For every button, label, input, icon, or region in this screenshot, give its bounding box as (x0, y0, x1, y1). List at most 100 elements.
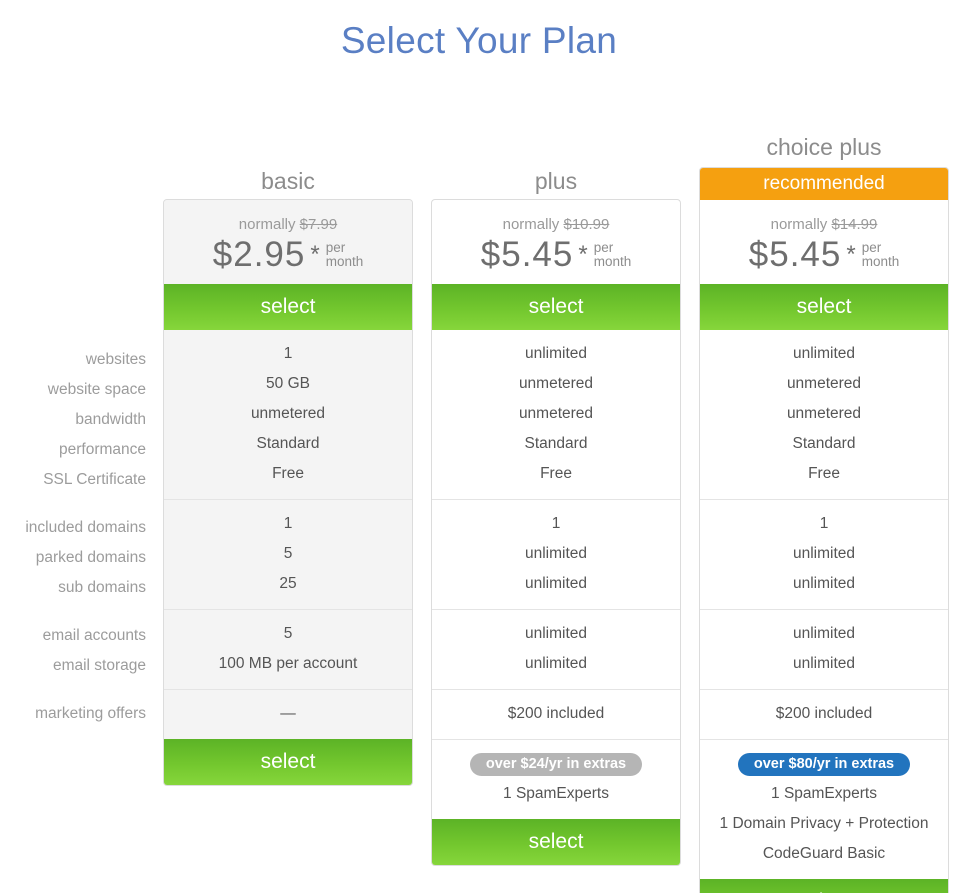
feature-value: — (280, 705, 296, 722)
extras-badge: over $24/yr in extras (469, 753, 643, 776)
feature-value: unlimited (524, 655, 588, 672)
feature-label: SSL Certificate (43, 471, 146, 488)
feature-label: email accounts (42, 627, 146, 644)
feature-label: bandwidth (75, 411, 146, 428)
feature-value: unlimited (792, 625, 856, 642)
extras-pill-row: over $24/yr in extras (446, 749, 666, 779)
price-amount: $2.95 (212, 235, 306, 274)
feature-value: unmetered (786, 405, 862, 422)
feature-value: 1 (819, 515, 829, 532)
feature-group: 1 50 GB unmetered Standard Free (164, 330, 412, 500)
price-period-per: per (325, 240, 346, 255)
select-button-bottom-choice-plus[interactable]: select (700, 879, 948, 893)
feature-group: unlimited unlimited (700, 610, 948, 690)
feature-group: unlimited unlimited (432, 610, 680, 690)
feature-group: 1 unlimited unlimited (432, 500, 680, 610)
price-period: per month (862, 241, 900, 272)
feature-group: unlimited unmetered unmetered Standard Free (700, 330, 948, 500)
price-period-month: month (593, 254, 632, 269)
price-asterisk: * (578, 241, 588, 268)
price-line: $5.45 * per month (700, 237, 948, 272)
price-amount: $5.45 (480, 235, 574, 274)
page-title: Select Your Plan (340, 20, 618, 61)
normally-price-row: normally $7.99 (164, 214, 412, 236)
feature-value: unlimited (792, 655, 856, 672)
features-list: unlimited unmetered unmetered Standard Free 1… (700, 330, 948, 879)
feature-value: 100 MB per account (218, 655, 358, 672)
normally-price-row: normally $10.99 (432, 214, 680, 236)
extras-badge: over $80/yr in extras (737, 753, 911, 776)
feature-group: $200 included (432, 690, 680, 740)
extra-item: CodeGuard Basic (762, 845, 886, 862)
normally-price-struck: $10.99 (563, 216, 610, 233)
normally-prefix: normally (238, 216, 296, 233)
feature-label-group: included domains parked domains sub domain… (0, 513, 146, 603)
feature-group: unlimited unmetered unmetered Standard Free (432, 330, 680, 500)
feature-value: Standard (256, 435, 320, 452)
feature-value: unlimited (792, 575, 856, 592)
feature-value: unmetered (518, 405, 594, 422)
select-button-bottom-basic[interactable]: select (164, 739, 412, 785)
price-box: normally $14.99 $5.45 * per month (700, 200, 948, 284)
feature-group: 1 unlimited unlimited (700, 500, 948, 610)
features-list: unlimited unmetered unmetered Standard Free 1… (432, 330, 680, 819)
extras-group: over $80/yr in extras 1 SpamExperts 1 Doma… (700, 740, 948, 879)
price-period-per: per (593, 240, 614, 255)
feature-value: 5 (283, 545, 293, 562)
extra-item: 1 Domain Privacy + Protection (719, 815, 929, 832)
feature-label: parked domains (35, 549, 146, 566)
feature-value: 5 (283, 625, 293, 642)
select-button-top-choice-plus[interactable]: select (700, 284, 948, 330)
feature-value: Free (272, 465, 304, 482)
feature-value: Standard (524, 435, 588, 452)
price-line: $2.95 * per month (164, 237, 412, 272)
feature-label: included domains (25, 519, 146, 536)
plan-card-plus: normally $10.99 $5.45 * per month select unlim… (431, 199, 681, 866)
feature-group: — (164, 690, 412, 739)
recommended-banner: recommended (700, 168, 948, 200)
extras-pill-row: over $80/yr in extras (714, 749, 934, 779)
extra-item: 1 SpamExperts (503, 785, 609, 802)
price-asterisk: * (310, 241, 320, 268)
feature-value: unlimited (524, 345, 588, 362)
feature-value: 25 (279, 575, 297, 592)
price-box: normally $7.99 $2.95 * per month (164, 200, 412, 284)
normally-price-row: normally $14.99 (700, 214, 948, 236)
feature-label: website space (47, 381, 146, 398)
feature-group: $200 included (700, 690, 948, 740)
normally-prefix: normally (770, 216, 828, 233)
feature-value: unlimited (792, 345, 856, 362)
feature-value: 50 GB (266, 375, 310, 392)
select-button-bottom-plus[interactable]: select (432, 819, 680, 865)
feature-value: unmetered (518, 375, 594, 392)
plan-name-plus: plus (534, 168, 578, 194)
price-amount: $5.45 (748, 235, 842, 274)
plan-card-basic: normally $7.99 $2.95 * per month select 1 50 GB… (163, 199, 413, 786)
extra-item: 1 SpamExperts (771, 785, 877, 802)
price-period-month: month (325, 254, 364, 269)
feature-labels-column: websites website space bandwidth performanc… (0, 345, 146, 729)
feature-label-group: email accounts email storage (0, 621, 146, 681)
price-period-per: per (861, 240, 882, 255)
select-button-top-plus[interactable]: select (432, 284, 680, 330)
feature-label-group: websites website space bandwidth performanc… (0, 345, 146, 495)
feature-value: 1 (283, 345, 293, 362)
feature-label: email storage (52, 657, 146, 674)
feature-value: unlimited (524, 575, 588, 592)
feature-value: unlimited (792, 545, 856, 562)
price-line: $5.45 * per month (432, 237, 680, 272)
features-list: 1 50 GB unmetered Standard Free 1 5 25 5 100 MB p… (164, 330, 412, 739)
normally-price-struck: $7.99 (299, 216, 338, 233)
feature-label: performance (58, 441, 146, 458)
price-box: normally $10.99 $5.45 * per month (432, 200, 680, 284)
feature-label-group: marketing offers (0, 699, 146, 729)
feature-value: Free (808, 465, 840, 482)
normally-price-struck: $14.99 (831, 216, 878, 233)
extras-group: over $24/yr in extras 1 SpamExperts (432, 740, 680, 819)
feature-value: Standard (792, 435, 856, 452)
select-button-top-basic[interactable]: select (164, 284, 412, 330)
plan-card-choice-plus: recommended normally $14.99 $5.45 * per month… (699, 167, 949, 893)
feature-label: websites (85, 351, 146, 368)
price-asterisk: * (846, 241, 856, 268)
feature-group: 1 5 25 (164, 500, 412, 610)
